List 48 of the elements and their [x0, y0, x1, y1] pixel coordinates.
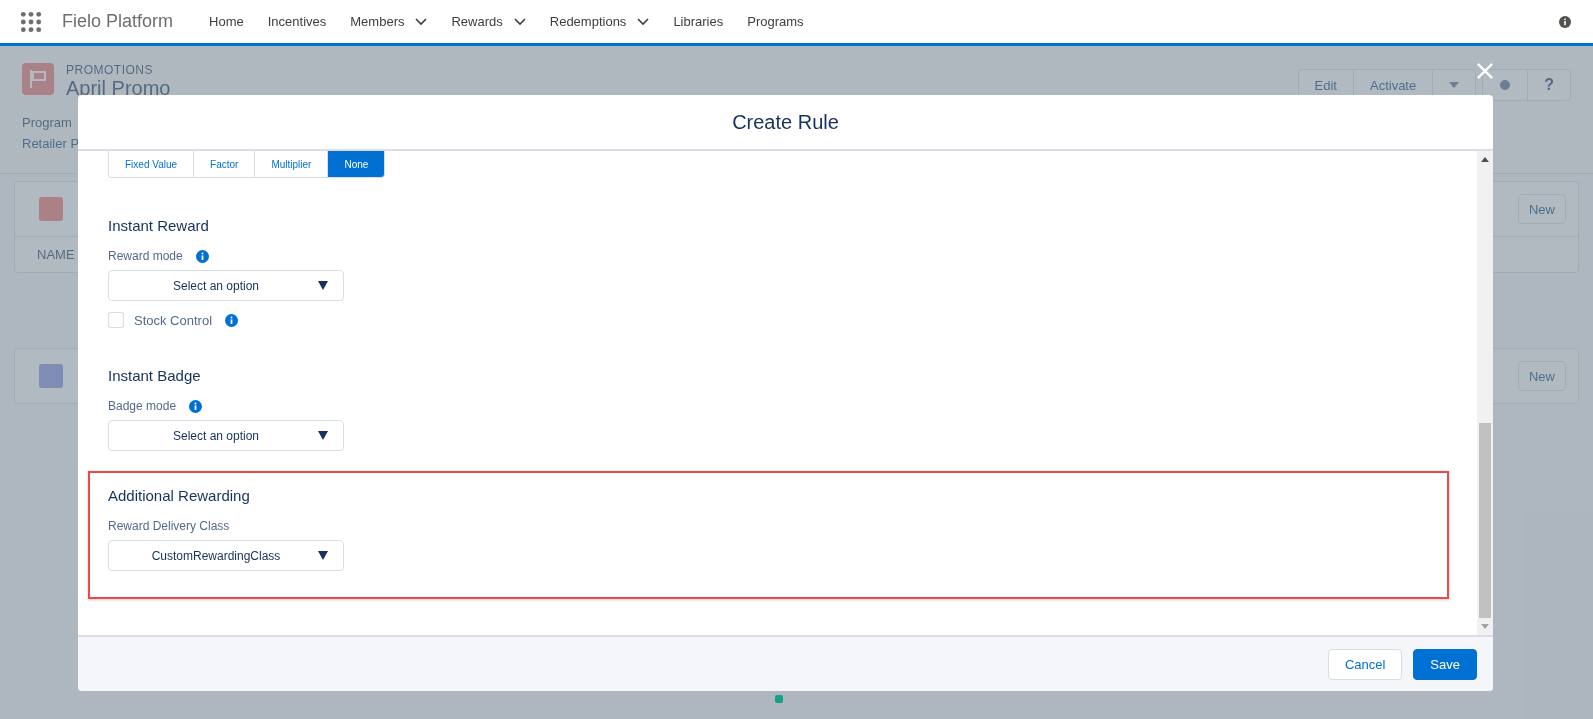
caret-down-icon	[318, 281, 328, 290]
caret-down-icon	[1449, 82, 1460, 88]
nav-tab[interactable]: Programs	[747, 14, 804, 29]
section-heading: Instant Reward	[108, 217, 209, 234]
nav-tab[interactable]: Libraries	[673, 14, 724, 29]
chevron-down-icon[interactable]	[637, 17, 650, 26]
app-launcher-icon[interactable]	[20, 10, 42, 33]
new-button[interactable]: New	[1518, 361, 1566, 391]
dialog-title: Create Rule	[732, 110, 839, 134]
chevron-down-icon[interactable]	[513, 17, 526, 26]
chevron-down-icon[interactable]	[415, 17, 428, 26]
save-button[interactable]: Save	[1413, 648, 1477, 680]
info-icon[interactable]	[225, 313, 239, 327]
list-icon	[39, 364, 63, 388]
field-label: Program	[22, 115, 72, 130]
field-label: Reward Delivery Class	[108, 519, 230, 533]
app-name: Fielo Platform	[62, 11, 174, 32]
info-icon[interactable]	[189, 399, 203, 413]
circle-icon	[1499, 79, 1512, 91]
scrollbar[interactable]	[1477, 151, 1493, 635]
nav-tab[interactable]: Redemptions	[549, 14, 627, 29]
flag-icon	[22, 63, 54, 95]
segment-button[interactable]: None	[327, 151, 385, 177]
cancel-button[interactable]: Cancel	[1327, 648, 1403, 680]
record-title: April Promo	[66, 77, 171, 100]
new-button[interactable]: New	[1518, 194, 1566, 224]
select-dropdown[interactable]: CustomRewardingClass	[108, 540, 344, 571]
list-icon	[39, 197, 63, 221]
checkbox[interactable]	[108, 312, 124, 328]
scroll-up-icon[interactable]	[1481, 157, 1489, 162]
action-button[interactable]: Edit	[1298, 70, 1353, 100]
caret-down-icon	[318, 551, 328, 560]
nav-tab[interactable]: Home	[209, 14, 244, 29]
section-heading: Instant Badge	[108, 367, 201, 384]
field-label: Reward mode	[108, 249, 183, 263]
nav-tab[interactable]: Members	[350, 14, 405, 29]
field-label: Badge mode	[108, 399, 177, 413]
info-icon[interactable]	[1559, 15, 1571, 28]
info-icon[interactable]	[195, 249, 209, 263]
object-type-label: PROMOTIONS	[66, 63, 154, 77]
caret-down-icon	[318, 431, 328, 440]
field-value-link[interactable]: Retailer P	[22, 136, 80, 151]
nav-tab[interactable]: Incentives	[267, 14, 327, 29]
select-dropdown[interactable]: Select an option	[108, 270, 344, 301]
select-dropdown[interactable]: Select an option	[108, 420, 344, 451]
nav-tab[interactable]: Rewards	[451, 14, 503, 29]
section-heading: Additional Rewarding	[108, 487, 250, 504]
checkbox-label: Stock Control	[134, 312, 213, 328]
